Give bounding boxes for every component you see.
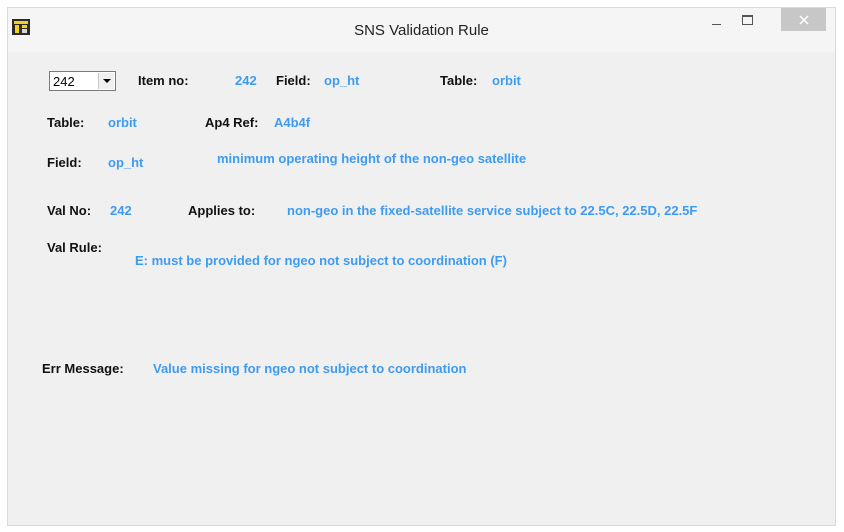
ap4-ref-value: A4b4f xyxy=(274,115,311,130)
maximize-icon xyxy=(741,14,753,25)
close-icon xyxy=(798,14,809,25)
table-value: orbit xyxy=(492,73,521,88)
minimize-icon xyxy=(711,24,721,25)
field-label-2: Field: xyxy=(47,155,82,170)
applies-to-value: non-geo in the fixed-satellite service s… xyxy=(287,203,698,218)
maximize-button[interactable] xyxy=(734,8,760,31)
field-label: Field: xyxy=(276,73,311,88)
item-select-dropdown[interactable]: 242 xyxy=(49,71,116,91)
field-value: op_ht xyxy=(324,73,360,88)
item-no-value: 242 xyxy=(235,73,257,88)
err-message-label: Err Message: xyxy=(42,361,124,376)
dropdown-arrow-button[interactable] xyxy=(98,73,114,89)
item-no-label: Item no: xyxy=(138,73,189,88)
item-select-value: 242 xyxy=(53,74,75,89)
chevron-down-icon xyxy=(102,79,111,83)
close-button[interactable] xyxy=(781,8,826,31)
minimize-button[interactable] xyxy=(703,8,729,31)
val-no-value: 242 xyxy=(110,203,132,218)
val-no-label: Val No: xyxy=(47,203,92,218)
title-bar[interactable]: SNS Validation Rule xyxy=(8,8,835,52)
dialog-window: SNS Validation Rule 242 Item no: 242 Fie… xyxy=(7,7,836,526)
field-value-2: op_ht xyxy=(108,155,144,170)
table-label-2: Table: xyxy=(47,115,85,130)
val-rule-value: E: must be provided for ngeo not subject… xyxy=(135,253,507,268)
applies-to-label: Applies to: xyxy=(188,203,256,218)
table-label: Table: xyxy=(440,73,478,88)
err-message-value: Value missing for ngeo not subject to co… xyxy=(153,361,467,376)
field-description: minimum operating height of the non-geo … xyxy=(217,151,527,166)
val-rule-label: Val Rule: xyxy=(47,240,102,255)
table-value-2: orbit xyxy=(108,115,137,130)
ap4-ref-label: Ap4 Ref: xyxy=(205,115,259,130)
